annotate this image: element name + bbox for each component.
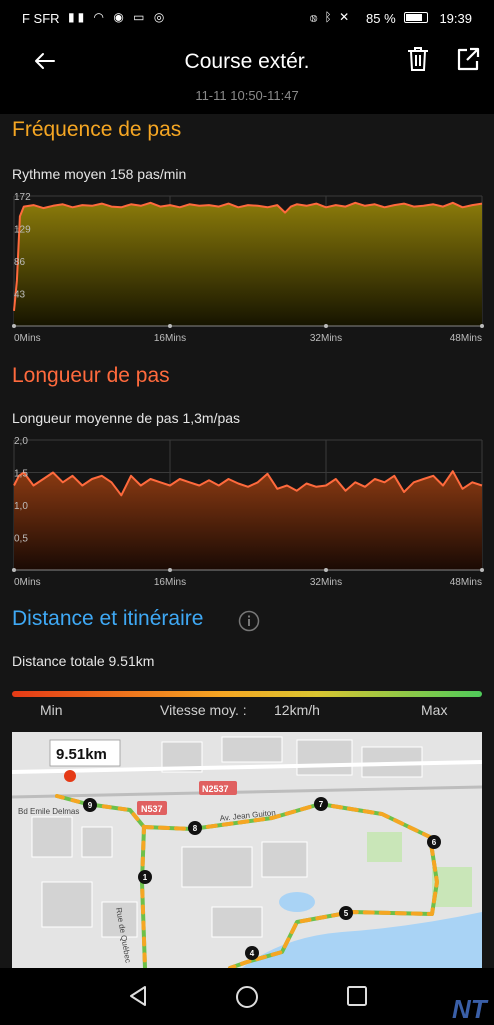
y-tick-label: 2,0 bbox=[14, 436, 28, 447]
x-axis-dot bbox=[12, 568, 16, 572]
y-tick-label: 129 bbox=[14, 225, 31, 236]
nfc-bluetooth-icons: Ⓝ ᛒ ✕ bbox=[310, 10, 352, 24]
route-map[interactable]: Bd Emile Delmas Av. Jean Guiton Rue de Q… bbox=[12, 732, 482, 968]
back-triangle-icon[interactable] bbox=[126, 984, 150, 1008]
workout-detail: Fréquence de pas Rythme moyen 158 pas/mi… bbox=[0, 114, 494, 968]
avg-speed-label: Vitesse moy. : bbox=[160, 702, 247, 718]
x-axis-dot bbox=[168, 568, 172, 572]
x-tick-label: 16Mins bbox=[154, 333, 186, 344]
x-axis-dot bbox=[324, 324, 328, 328]
x-tick-label: 48Mins bbox=[450, 333, 482, 344]
distance-badge-label: 9.51km bbox=[56, 746, 107, 763]
total-distance: Distance totale 9.51km bbox=[12, 653, 155, 669]
speed-gradient-bar bbox=[12, 691, 482, 697]
x-tick-label: 0Mins bbox=[14, 577, 41, 588]
y-tick-label: 1,5 bbox=[14, 469, 28, 480]
carrier-label: F SFR bbox=[22, 11, 60, 26]
km-marker-label: 7 bbox=[319, 800, 324, 809]
km-marker-label: 5 bbox=[344, 909, 349, 918]
road-shield-label: N537 bbox=[141, 804, 163, 814]
stride-title: Longueur de pas bbox=[12, 364, 170, 387]
km-marker-label: 8 bbox=[193, 824, 198, 833]
start-pin bbox=[64, 770, 76, 782]
x-axis-dot bbox=[12, 324, 16, 328]
trash-icon[interactable] bbox=[404, 44, 432, 74]
signal-wifi-icons: ▮▮ ◠ ◉ ▭ ◎ bbox=[68, 10, 168, 24]
cadence-chart: 0Mins 16Mins 32Mins 48Mins 172 129 86 43 bbox=[12, 192, 484, 344]
battery-percent: 85 % bbox=[366, 11, 396, 26]
x-axis-dot bbox=[480, 324, 484, 328]
legend-min: Min bbox=[40, 702, 63, 718]
route-title: Distance et itinéraire bbox=[12, 607, 204, 630]
app-header: Course extér. 11-11 10:50-11:47 bbox=[0, 36, 494, 114]
km-marker-label: 4 bbox=[250, 949, 255, 958]
clock: 19:39 bbox=[439, 11, 472, 26]
y-tick-label: 86 bbox=[14, 257, 26, 268]
watermark-logo: NT bbox=[452, 994, 487, 1024]
map-canvas: Bd Emile Delmas Av. Jean Guiton Rue de Q… bbox=[12, 736, 482, 968]
y-tick-label: 172 bbox=[14, 192, 31, 203]
x-tick-label: 48Mins bbox=[450, 577, 482, 588]
x-tick-label: 32Mins bbox=[310, 577, 342, 588]
y-tick-label: 0,5 bbox=[14, 534, 28, 545]
x-axis-dot bbox=[168, 324, 172, 328]
status-bar: F SFR ▮▮ ◠ ◉ ▭ ◎ Ⓝ ᛒ ✕ 85 % 19:39 bbox=[0, 0, 494, 36]
system-nav-bar: NT bbox=[0, 968, 494, 1024]
water-area bbox=[242, 912, 482, 968]
share-icon[interactable] bbox=[454, 44, 482, 74]
y-tick-label: 43 bbox=[14, 290, 26, 301]
home-circle-icon[interactable] bbox=[234, 984, 260, 1010]
km-marker-label: 9 bbox=[88, 801, 93, 810]
km-marker-label: 1 bbox=[143, 873, 148, 882]
avg-speed-value: 12km/h bbox=[274, 702, 320, 718]
time-range: 11-11 10:50-11:47 bbox=[195, 88, 299, 103]
park bbox=[367, 832, 402, 862]
stride-summary: Longueur moyenne de pas 1,3m/pas bbox=[12, 410, 241, 426]
stride-chart: 0Mins 16Mins 32Mins 48Mins 2,0 1,5 1,0 0,5 bbox=[12, 436, 484, 588]
battery-icon bbox=[404, 12, 428, 23]
pond bbox=[279, 892, 315, 912]
x-tick-label: 32Mins bbox=[310, 333, 342, 344]
road-shield-label: N2537 bbox=[202, 784, 229, 794]
cadence-area bbox=[14, 202, 482, 326]
cadence-summary: Rythme moyen 158 pas/min bbox=[12, 166, 187, 182]
cadence-title: Fréquence de pas bbox=[12, 118, 182, 141]
info-icon[interactable] bbox=[238, 610, 260, 632]
x-tick-label: 16Mins bbox=[154, 577, 186, 588]
x-axis-dot bbox=[480, 568, 484, 572]
legend-max: Max bbox=[421, 702, 448, 718]
km-marker-label: 6 bbox=[432, 838, 437, 847]
x-axis-dot bbox=[324, 568, 328, 572]
road-label: Bd Emile Delmas bbox=[18, 807, 79, 816]
x-tick-label: 0Mins bbox=[14, 333, 41, 344]
y-tick-label: 1,0 bbox=[14, 501, 28, 512]
recents-square-icon[interactable] bbox=[345, 984, 369, 1008]
